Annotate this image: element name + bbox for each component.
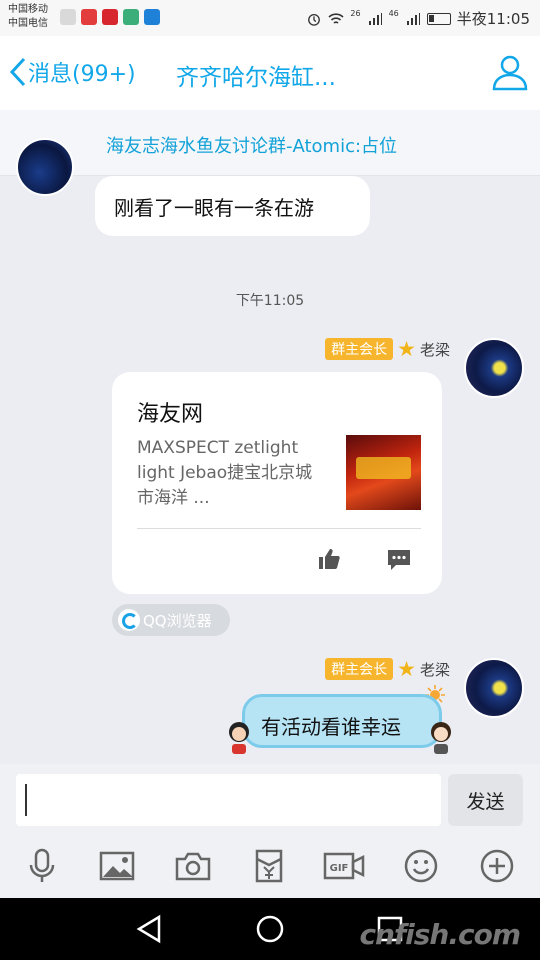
message-timestamp: 下午11:05 [235, 293, 305, 309]
gif-icon: GIF [323, 852, 365, 880]
signal-icon-1 [368, 12, 382, 25]
cartoon-boy-decoration-icon [229, 722, 249, 754]
microphone-icon [29, 848, 55, 882]
send-button[interactable]: 发送 [448, 774, 523, 826]
finance-app-icon [102, 9, 118, 25]
sender-name: 老梁 [419, 340, 450, 359]
signal-icon-2 [406, 12, 420, 25]
avatar[interactable] [16, 138, 74, 196]
pinned-notice[interactable]: 海友志海水鱼友讨论群-Atomic:占位 [0, 110, 540, 176]
status-time: 半夜11:05 [456, 10, 530, 28]
network-type-2: 46 [388, 9, 399, 18]
chevron-left-icon [9, 57, 26, 87]
pinned-notice-text: 海友志海水鱼友讨论群-Atomic:占位 [106, 136, 398, 157]
image-icon [99, 851, 135, 881]
role-badge: 群主会长 [325, 338, 394, 360]
chat-title: 齐齐哈尔海缸... [176, 65, 336, 91]
message-bubble[interactable]: 刚看了一眼有一条在游 [95, 176, 370, 236]
network-type-1: 26 [350, 9, 361, 18]
back-label: 消息(99+) [28, 62, 136, 87]
nav-home-icon[interactable] [253, 912, 287, 946]
thumbs-up-icon[interactable] [317, 547, 341, 571]
status-bar: 中国移动 中国电信 26 46 半夜11:05 [0, 0, 540, 36]
carrier-2: 中国电信 [8, 18, 48, 29]
link-source-pill[interactable]: QQ浏览器 [112, 604, 230, 636]
sender-info: 群主会长 ★ 老梁 [325, 658, 450, 680]
avatar[interactable] [464, 658, 524, 718]
gif-label: GIF [330, 863, 349, 874]
link-card[interactable]: 海友网 MAXSPECT zetlight light Jebao捷宝北京城市海… [112, 372, 442, 594]
camera-icon [175, 852, 211, 881]
avatar[interactable] [464, 338, 524, 398]
group-profile-icon[interactable] [490, 52, 530, 92]
nav-back-icon[interactable] [133, 912, 167, 946]
plus-icon [480, 849, 514, 883]
link-card-title: 海友网 [137, 402, 204, 427]
message-text: 有活动看谁幸运 [261, 715, 401, 739]
more-button[interactable] [475, 844, 519, 888]
chat-header: 消息(99+) 齐齐哈尔海缸... [0, 36, 540, 110]
battery-icon [426, 12, 451, 25]
emoji-button[interactable] [399, 844, 443, 888]
red-packet-icon [255, 849, 283, 883]
gif-button[interactable]: GIF [322, 844, 366, 888]
system-nav-bar: cnfish.com [0, 898, 540, 960]
sender-info: 群主会长 ★ 老梁 [325, 338, 450, 360]
alarm-icon [308, 13, 321, 26]
wifi-icon [328, 12, 344, 24]
carrier-labels: 中国移动 中国电信 [8, 3, 48, 31]
carrier-1: 中国移动 [8, 4, 48, 15]
voice-button[interactable] [20, 844, 64, 888]
notification-icons [60, 9, 160, 25]
divider [137, 528, 421, 529]
watermark-text: cnfish.com [359, 918, 521, 951]
sender-name: 老梁 [419, 660, 450, 679]
star-icon: ★ [397, 337, 416, 361]
role-badge: 群主会长 [325, 658, 394, 680]
zhihu-app-icon [144, 9, 160, 25]
message-text: 刚看了一眼有一条在游 [114, 196, 314, 220]
text-cursor [25, 784, 27, 816]
comment-icon[interactable] [387, 549, 411, 571]
link-source-label: QQ浏览器 [143, 611, 212, 630]
red-packet-button[interactable] [247, 844, 291, 888]
message-bubble[interactable]: 有活动看谁幸运 [242, 694, 442, 748]
status-right: 26 46 半夜11:05 [306, 8, 530, 29]
qq-browser-icon [118, 609, 140, 631]
composer: 发送 GIF [0, 764, 540, 898]
link-card-thumbnail [346, 435, 421, 510]
link-card-description: MAXSPECT zetlight light Jebao捷宝北京城市海洋 ..… [137, 438, 313, 508]
message-input[interactable] [16, 774, 441, 826]
star-icon: ★ [397, 657, 416, 681]
image-button[interactable] [95, 844, 139, 888]
weather-icon [60, 9, 76, 25]
emoji-icon [404, 849, 438, 883]
composer-toolbar: GIF [0, 844, 540, 890]
back-button[interactable]: 消息(99+) [8, 56, 136, 88]
news-app-icon [81, 9, 97, 25]
browser-app-icon [123, 9, 139, 25]
camera-button[interactable] [171, 844, 215, 888]
cartoon-girl-decoration-icon [431, 722, 451, 754]
